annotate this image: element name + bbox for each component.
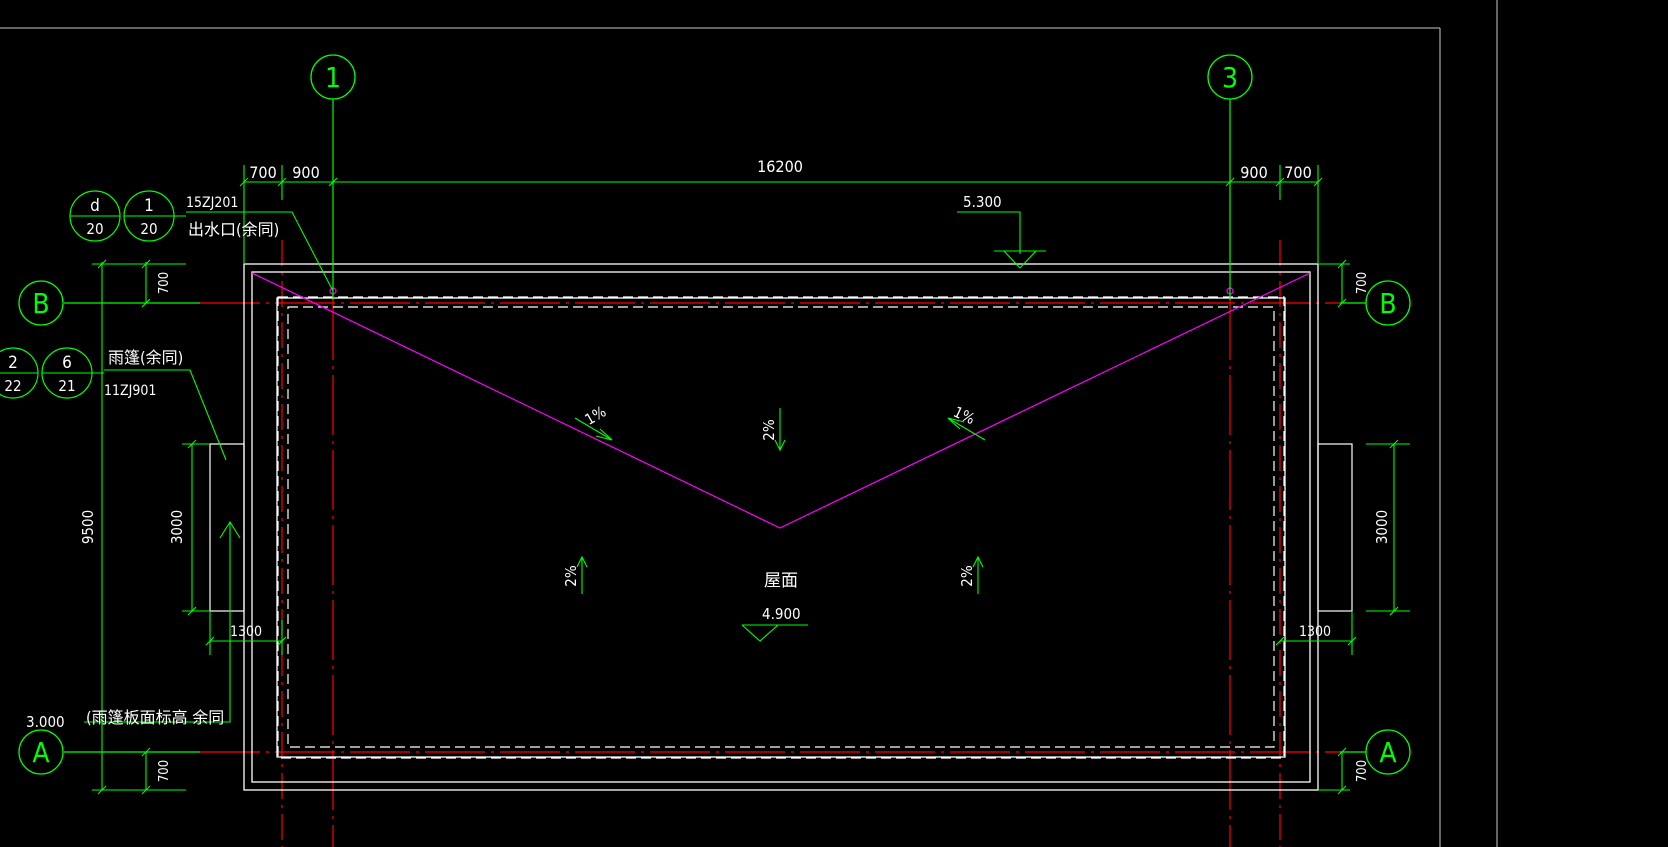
canopy-elevation: 3.000 bbox=[26, 713, 65, 731]
dimension-lines bbox=[92, 165, 1410, 795]
dim-left-1300: 1300 bbox=[230, 624, 262, 640]
dim-right-700-top: 700 bbox=[1355, 272, 1370, 294]
grid-label-a-right: A bbox=[1379, 736, 1397, 769]
detail-bubble-1-20: 1 20 bbox=[123, 190, 186, 242]
dim-top-16200: 16200 bbox=[757, 157, 803, 176]
parapet-elevation: 5.300 bbox=[963, 193, 1002, 211]
grid-bubble-b-left: B bbox=[18, 280, 64, 326]
drainage-ridges bbox=[251, 272, 1311, 529]
canopy-note: 雨篷(余同) bbox=[108, 348, 183, 367]
grid-axis-lines bbox=[64, 99, 1366, 753]
slope-2pct-left: 2% bbox=[562, 565, 580, 587]
dim-left-700-bottom: 700 bbox=[157, 760, 172, 782]
grid-label-b-left: B bbox=[32, 287, 49, 320]
annotation-texts: 15ZJ201 出水口(余同) 雨篷(余同) 11ZJ901 3.000 (雨篷… bbox=[26, 193, 1002, 731]
slope-2pct-top: 2% bbox=[760, 419, 778, 441]
dim-left-3000: 3000 bbox=[168, 510, 186, 544]
dim-right-1300: 1300 bbox=[1299, 624, 1331, 640]
dimension-texts: 700 900 16200 900 700 700 9500 3000 700 … bbox=[79, 157, 1391, 782]
grid-bubble-a-left: A bbox=[18, 729, 64, 775]
canopy-elevation-note: (雨篷板面标高 余同 bbox=[86, 708, 224, 727]
sheet-frame bbox=[0, 0, 1498, 847]
leader-lines bbox=[84, 211, 334, 723]
detail-bottom: 20 bbox=[140, 220, 157, 238]
dim-top-700-right: 700 bbox=[1284, 163, 1311, 182]
detail-bottom: 22 bbox=[4, 377, 21, 395]
detail-top: 6 bbox=[62, 353, 72, 373]
dim-left-9500: 9500 bbox=[79, 510, 97, 544]
dim-top-700-left: 700 bbox=[249, 163, 276, 182]
dim-right-3000: 3000 bbox=[1373, 510, 1391, 544]
roof-elevation: 4.900 bbox=[762, 605, 801, 623]
detail-top: d bbox=[90, 196, 100, 216]
outlet-note: 出水口(余同) bbox=[188, 220, 279, 239]
detail-bubble-d-20: d 20 bbox=[69, 190, 121, 242]
grid-label-1: 1 bbox=[325, 61, 341, 94]
grid-label-3: 3 bbox=[1222, 61, 1238, 94]
slope-2pct-right: 2% bbox=[958, 565, 976, 587]
grid-label-b-right: B bbox=[1379, 287, 1396, 320]
std-15zj201: 15ZJ201 bbox=[186, 195, 238, 211]
detail-bottom: 21 bbox=[58, 377, 75, 395]
detail-bubble-2-22: 2 22 bbox=[0, 347, 39, 399]
dim-top-900-left: 900 bbox=[292, 163, 319, 182]
dim-left-700-top: 700 bbox=[157, 272, 172, 294]
slope-texts: 1% 1% 2% 2% 2% bbox=[562, 402, 978, 586]
dim-top-900-right: 900 bbox=[1240, 163, 1267, 182]
roof-plan-drawing: 1 3 B B A A d 20 1 20 2 22 6 21 700 900 … bbox=[0, 0, 1498, 847]
dim-right-700-bottom: 700 bbox=[1355, 760, 1370, 782]
grid-bubble-a-right: A bbox=[1365, 729, 1411, 775]
grid-bubble-3: 3 bbox=[1207, 54, 1253, 100]
detail-top: 2 bbox=[8, 353, 18, 373]
slope-arrows bbox=[574, 408, 986, 594]
roof-label: 屋面 bbox=[764, 571, 798, 591]
grid-bubble-b-right: B bbox=[1365, 280, 1411, 326]
grid-bubble-1: 1 bbox=[310, 54, 356, 100]
detail-bubble-6-21: 6 21 bbox=[41, 347, 104, 399]
detail-top: 1 bbox=[144, 196, 154, 216]
std-11zj901: 11ZJ901 bbox=[104, 383, 156, 399]
detail-bottom: 20 bbox=[86, 220, 103, 238]
grid-label-a-left: A bbox=[32, 736, 50, 769]
